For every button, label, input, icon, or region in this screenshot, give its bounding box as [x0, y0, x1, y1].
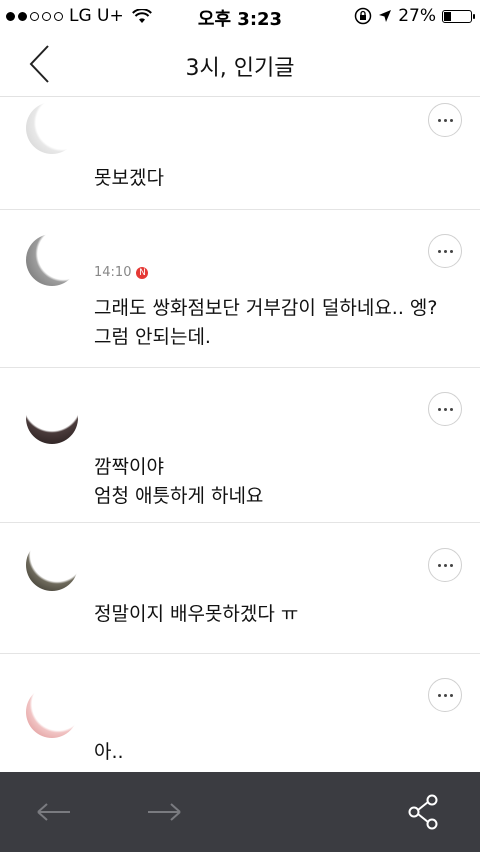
battery-icon: [442, 9, 475, 23]
comment-meta: 14:10 N: [94, 265, 149, 280]
comment-text: 못보겠다: [94, 167, 164, 189]
comment-time: 14:10: [94, 265, 132, 280]
status-bar: LG U+ 오후 3:23 27%: [0, 0, 480, 32]
bottom-toolbar: [0, 772, 480, 852]
arrow-right-icon: [148, 803, 181, 821]
badge-icon: N: [136, 266, 149, 279]
arrow-left-icon: [37, 803, 70, 821]
comment-text: 그래도 쌍화점보단 거부감이 덜하네요.. 엥? 그럼 안되는데.: [94, 297, 438, 348]
avatar[interactable]: [26, 102, 78, 154]
share-button[interactable]: [404, 792, 444, 830]
battery-level: [444, 11, 451, 21]
comment-text: 정말이지 배우못하겠다 ㅠ: [94, 603, 299, 625]
previous-button[interactable]: [34, 794, 74, 830]
avatar[interactable]: [26, 686, 78, 738]
share-icon: [408, 794, 438, 830]
comment-item: 깜짝이야 엄청 애틋하게 하네요: [0, 368, 480, 523]
avatar[interactable]: [26, 392, 78, 444]
next-button[interactable]: [144, 794, 184, 830]
more-options-button[interactable]: [428, 392, 462, 426]
status-right: 27%: [354, 6, 475, 26]
comment-item: 아..: [0, 654, 480, 784]
more-options-button[interactable]: [428, 548, 462, 582]
more-options-button[interactable]: [428, 234, 462, 268]
comment-item: 정말이지 배우못하겠다 ㅠ: [0, 523, 480, 654]
comment-text: 아..: [94, 741, 124, 763]
location-arrow-icon: [379, 10, 392, 22]
avatar[interactable]: [26, 234, 78, 286]
page-title: 3시, 인기글: [185, 56, 295, 81]
more-options-button[interactable]: [428, 103, 462, 137]
more-options-button[interactable]: [428, 678, 462, 712]
comment-item: 14:10 N 그래도 쌍화점보단 거부감이 덜하네요.. 엥? 그럼 안되는데…: [0, 210, 480, 368]
comment-list: 못보겠다 14:10 N 그래도 쌍화점보단 거부감이 덜하네요.. 엥? 그럼…: [0, 97, 480, 784]
battery-percent: 27%: [398, 6, 436, 26]
nav-header: 3시, 인기글: [0, 32, 480, 97]
comment-item: 못보겠다: [0, 97, 480, 210]
orientation-lock-icon: [354, 7, 372, 25]
avatar[interactable]: [26, 539, 78, 591]
comment-text: 깜짝이야 엄청 애틋하게 하네요: [94, 456, 264, 507]
